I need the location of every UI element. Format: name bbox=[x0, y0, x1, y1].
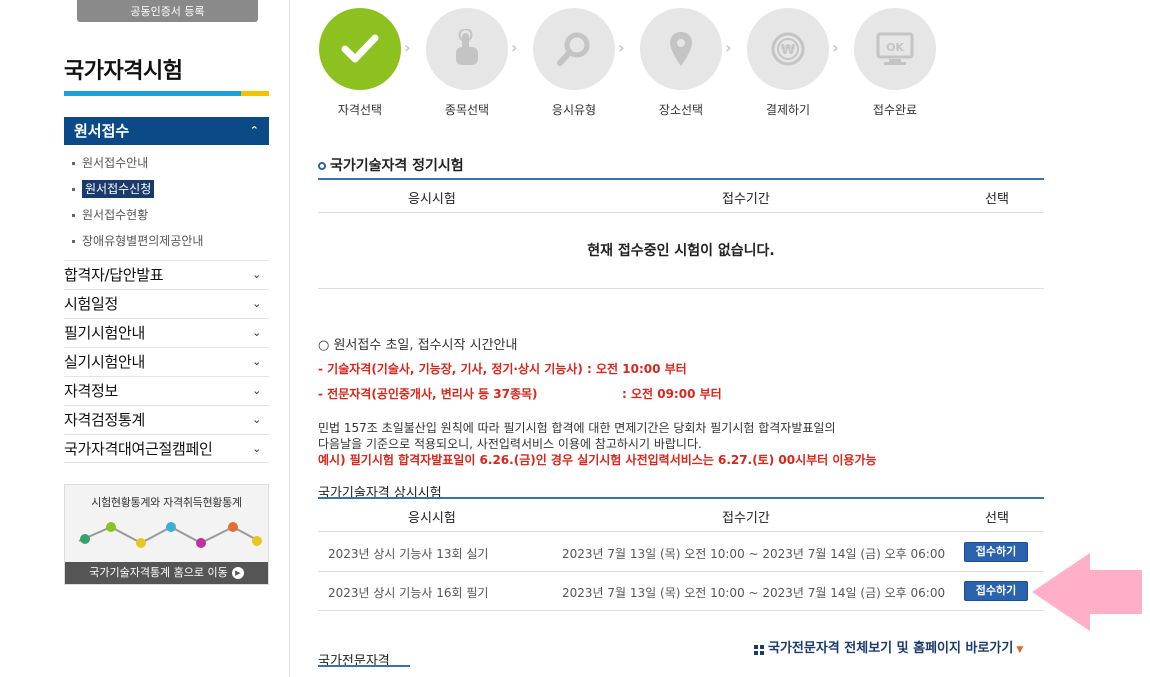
svg-text:₩: ₩ bbox=[781, 43, 796, 58]
table-row: 2023년 상시 기능사 16회 필기 2023년 7월 13일 (목) 오전 … bbox=[318, 572, 1044, 611]
cert-register-button[interactable]: 공동인증서 등록 bbox=[77, 0, 258, 22]
menu-item[interactable]: 국가자격대여근절캠페인 ⌄ bbox=[64, 434, 269, 463]
step-4: 장소선택 bbox=[640, 8, 722, 118]
apply-button[interactable]: 접수하기 bbox=[964, 542, 1028, 562]
hand-touch-icon bbox=[426, 8, 508, 90]
chevron-down-icon: ⌄ bbox=[252, 442, 261, 455]
stats-graph-icon bbox=[78, 522, 262, 548]
menu-item[interactable]: 필기시험안내 ⌄ bbox=[64, 318, 269, 347]
grid-icon bbox=[754, 644, 764, 655]
professional-link[interactable]: 국가전문자격 전체보기 및 홈페이지 바로가기 ▼ bbox=[754, 637, 1023, 656]
empty-message: 현재 접수중인 시험이 없습니다. bbox=[318, 214, 1044, 289]
step-arrow-icon: › bbox=[618, 38, 625, 57]
submenu-item[interactable]: 원서접수안내 bbox=[72, 150, 203, 176]
stats-home-link[interactable]: 국가기술자격통계 홈으로 이동 ▶ bbox=[65, 562, 268, 584]
circle-bullet-icon bbox=[318, 162, 326, 170]
step-5: ₩ 결제하기 bbox=[747, 8, 829, 118]
menu-item[interactable]: 실기시험안내 ⌄ bbox=[64, 347, 269, 376]
chevron-up-icon: ⌃ bbox=[249, 124, 259, 137]
col-exam: 응시시험 bbox=[408, 511, 456, 526]
bullet-icon bbox=[72, 239, 75, 243]
exam-period: 2023년 7월 13일 (목) 오전 10:00 ~ 2023년 7월 14일… bbox=[562, 547, 946, 561]
step-1: 자격선택 bbox=[319, 8, 401, 118]
submenu-item[interactable]: 장애유형별편의제공안내 bbox=[72, 228, 203, 254]
bullet-icon bbox=[72, 213, 75, 217]
step-arrow-icon: › bbox=[725, 38, 732, 57]
step-arrow-icon: › bbox=[404, 38, 411, 57]
menu-item[interactable]: 자격검정통계 ⌄ bbox=[64, 405, 269, 434]
won-coin-icon: ₩ bbox=[747, 8, 829, 90]
chevron-down-icon: ⌄ bbox=[252, 413, 261, 426]
step-2: 종목선택 bbox=[426, 8, 508, 118]
stats-banner[interactable]: 시험현황통계와 자격취득현황통계 국가기술자격통계 홈으로 이동 ▶ bbox=[64, 484, 269, 585]
notice-para-2: 다음날을 기준으로 적용되오니, 사전입력서비스 이용에 참고하시기 바랍니다. bbox=[318, 437, 702, 451]
menu-list: 합격자/답안발표 ⌄ 시험일정 ⌄ 필기시험안내 ⌄ 실기시험안내 ⌄ 자격정보 ⌄ 자격… bbox=[64, 260, 269, 463]
location-pin-icon bbox=[640, 8, 722, 90]
table-row: 2023년 상시 기능사 13회 실기 2023년 7월 13일 (목) 오전 … bbox=[318, 533, 1044, 572]
step-arrow-icon: › bbox=[832, 38, 839, 57]
section-rule bbox=[318, 665, 410, 667]
pink-arrow-icon bbox=[1032, 553, 1142, 631]
magnifier-icon bbox=[533, 8, 615, 90]
regular-table-header: 응시시험 접수기간 선택 bbox=[318, 180, 1044, 213]
chevron-down-icon: ⌄ bbox=[252, 355, 261, 368]
menu-item[interactable]: 합격자/답안발표 ⌄ bbox=[64, 260, 269, 289]
notice-line-2: - 전문자격(공인중개사, 변리사 등 37종목): 오전 09:00 부터 bbox=[318, 387, 722, 401]
svg-text:OK: OK bbox=[886, 41, 904, 54]
col-period: 접수기간 bbox=[722, 511, 770, 526]
ondemand-table-header: 응시시험 접수기간 선택 bbox=[318, 499, 1044, 532]
sidebar-title: 국가자격시험 bbox=[64, 59, 183, 84]
bullet-icon bbox=[72, 187, 75, 191]
apply-button[interactable]: 접수하기 bbox=[964, 581, 1028, 601]
exam-period: 2023년 7월 13일 (목) 오전 10:00 ~ 2023년 7월 14일… bbox=[562, 586, 946, 600]
notice-line-1: - 기술자격(기술사, 기능장, 기사, 정기·상시 기능사) : 오전 10:… bbox=[318, 362, 687, 376]
col-select: 선택 bbox=[985, 511, 1009, 526]
regular-exam-heading: 국가기술자격 정기시험 bbox=[318, 155, 464, 175]
col-select: 선택 bbox=[985, 192, 1009, 207]
notice-para-1: 민법 157조 초일불산입 원칙에 따라 필기시험 합격에 대한 면제기간은 당… bbox=[318, 421, 836, 435]
chevron-down-icon: ⌄ bbox=[252, 326, 261, 339]
chevron-down-icon: ⌄ bbox=[252, 297, 261, 310]
col-period: 접수기간 bbox=[722, 192, 770, 207]
step-3: 응시유형 bbox=[533, 8, 615, 118]
chevron-down-icon: ⌄ bbox=[252, 268, 261, 281]
step-arrow-icon: › bbox=[511, 38, 518, 57]
monitor-ok-icon: OK bbox=[854, 8, 936, 90]
check-icon bbox=[319, 8, 401, 90]
menu-item[interactable]: 자격정보 ⌄ bbox=[64, 376, 269, 405]
play-icon: ▶ bbox=[231, 567, 244, 579]
exam-name: 2023년 상시 기능사 13회 실기 bbox=[328, 547, 489, 561]
title-underline bbox=[64, 91, 269, 96]
submenu-list: 원서접수안내 원서접수신청 원서접수현황 장애유형별편의제공안내 bbox=[72, 150, 203, 254]
notice-example: 예시) 필기시험 합격자발표일이 6.26.(금)인 경우 실기시험 사전입력서… bbox=[318, 453, 877, 467]
menu-active-application[interactable]: 원서접수 ⌃ bbox=[64, 117, 269, 145]
notice-title: ○ 원서접수 초일, 접수시작 시간안내 bbox=[318, 338, 518, 353]
stats-title: 시험현황통계와 자격취득현황통계 bbox=[91, 496, 242, 509]
col-exam: 응시시험 bbox=[408, 192, 456, 207]
dropdown-arrow-icon: ▼ bbox=[1016, 645, 1024, 655]
menu-item[interactable]: 시험일정 ⌄ bbox=[64, 289, 269, 318]
submenu-item[interactable]: 원서접수현황 bbox=[72, 202, 203, 228]
exam-name: 2023년 상시 기능사 16회 필기 bbox=[328, 586, 489, 600]
sidebar: 공동인증서 등록 국가자격시험 원서접수 ⌃ 원서접수안내 원서접수신청 원서접… bbox=[0, 0, 290, 677]
submenu-item-selected[interactable]: 원서접수신청 bbox=[72, 176, 203, 202]
chevron-down-icon: ⌄ bbox=[252, 384, 261, 397]
bullet-icon bbox=[72, 161, 75, 165]
step-6: OK 접수완료 bbox=[854, 8, 936, 118]
menu-active-label: 원서접수 bbox=[74, 122, 130, 140]
